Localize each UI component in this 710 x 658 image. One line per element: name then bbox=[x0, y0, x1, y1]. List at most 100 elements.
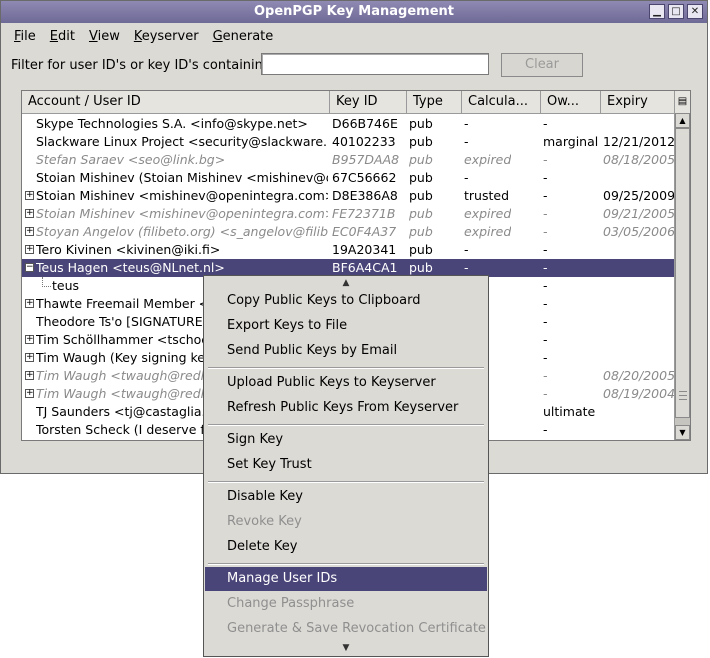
context-item-manage-user-ids[interactable]: Manage User IDs bbox=[205, 567, 487, 591]
context-menu: ▲ ▼ Copy Public Keys to Clipboard Export … bbox=[203, 275, 489, 657]
expand-icon[interactable]: + bbox=[25, 209, 34, 218]
cell-keyid: 40102233 bbox=[332, 134, 396, 149]
column-header-type[interactable]: Type bbox=[407, 91, 462, 113]
table-row[interactable]: + Stoian Mishinev <mishinev@openintegra.c… bbox=[22, 205, 674, 223]
expand-icon[interactable]: + bbox=[25, 299, 34, 308]
title-bar[interactable]: OpenPGP Key Management ▁ □ ✕ bbox=[1, 1, 707, 23]
cell-owner: - bbox=[543, 332, 548, 347]
context-item-change-passphrase[interactable]: Change Passphrase bbox=[205, 592, 487, 616]
menu-generate[interactable]: Generate bbox=[206, 28, 281, 48]
expand-icon[interactable]: + bbox=[25, 335, 34, 344]
column-header-owner-trust[interactable]: Ow... bbox=[541, 91, 601, 113]
column-header-key-id[interactable]: Key ID bbox=[330, 91, 407, 113]
grip-line bbox=[679, 395, 687, 396]
menu-mnemonic: V bbox=[88, 29, 98, 44]
cell-calc: trusted bbox=[464, 188, 510, 203]
cell-keyid: 67C56662 bbox=[332, 170, 397, 185]
cell-owner: - bbox=[543, 188, 548, 203]
context-item-send-public-keys-by-email[interactable]: Send Public Keys by Email bbox=[205, 339, 487, 363]
table-row[interactable]: Stefan Saraev <seo@link.bg> B957DAA8 pub ex… bbox=[22, 151, 674, 169]
close-icon[interactable]: ✕ bbox=[687, 4, 703, 19]
expand-icon[interactable]: + bbox=[25, 227, 34, 236]
cell-keyid: B957DAA8 bbox=[332, 152, 400, 167]
window-title: OpenPGP Key Management bbox=[253, 4, 455, 19]
context-item-copy-public-keys-to-clipboard[interactable]: Copy Public Keys to Clipboard bbox=[205, 289, 487, 313]
scroll-up-arrow-icon[interactable]: ▲ bbox=[204, 278, 488, 288]
table-row[interactable]: + Tero Kivinen <kivinen@iki.fi> 19A20341 pu… bbox=[22, 241, 674, 259]
menu-view[interactable]: View bbox=[82, 28, 127, 48]
menu-separator bbox=[208, 424, 484, 426]
cell-calc: - bbox=[464, 116, 469, 131]
menu-label-rest: dit bbox=[58, 29, 75, 44]
column-picker-icon[interactable]: ▤ bbox=[674, 91, 690, 113]
context-item-sign-key[interactable]: Sign Key bbox=[205, 428, 487, 452]
cell-type: pub bbox=[409, 134, 433, 149]
filter-label: Filter for user ID's or key ID's contain… bbox=[11, 58, 276, 73]
cell-owner: - bbox=[543, 368, 548, 383]
cell-owner: - bbox=[543, 278, 548, 293]
cell-expiry: 08/19/2004 bbox=[603, 386, 674, 401]
expand-icon[interactable]: + bbox=[25, 245, 34, 254]
cell-calc: - bbox=[464, 170, 469, 185]
column-header-calculated-trust[interactable]: Calcula... bbox=[462, 91, 541, 113]
cell-owner: - bbox=[543, 116, 548, 131]
cell-calc: expired bbox=[464, 152, 512, 167]
minimize-icon[interactable]: ▁ bbox=[649, 4, 665, 19]
menu-mnemonic: G bbox=[212, 29, 223, 44]
expand-icon[interactable]: + bbox=[25, 389, 34, 398]
column-header-row: Account / User ID Key ID Type Calcula...… bbox=[22, 91, 676, 114]
menu-file[interactable]: File bbox=[7, 28, 43, 48]
column-header-expiry[interactable]: Expiry bbox=[601, 91, 676, 113]
cell-expiry: 03/05/2006 bbox=[603, 224, 674, 239]
context-item-upload-public-keys-to-keyserver[interactable]: Upload Public Keys to Keyserver bbox=[205, 371, 487, 395]
table-row[interactable]: Stoian Mishinev (Stoian Mishinev <mishin… bbox=[22, 169, 674, 187]
cell-expiry: 08/18/2005 bbox=[603, 152, 674, 167]
filter-input[interactable] bbox=[261, 53, 489, 75]
context-item-refresh-public-keys-from-keyserver[interactable]: Refresh Public Keys From Keyserver bbox=[205, 396, 487, 420]
collapse-icon[interactable]: − bbox=[25, 263, 34, 272]
cell-calc: - bbox=[464, 134, 469, 149]
table-row[interactable]: Skype Technologies S.A. <info@skype.net>… bbox=[22, 115, 674, 133]
table-row[interactable]: + Stoian Mishinev <mishinev@openintegra.c… bbox=[22, 187, 674, 205]
expand-icon[interactable]: + bbox=[25, 353, 34, 362]
vertical-scrollbar[interactable]: ▲ ▼ bbox=[674, 113, 690, 440]
expand-icon[interactable]: + bbox=[25, 191, 34, 200]
cell-owner: - bbox=[543, 224, 548, 239]
context-item-set-key-trust[interactable]: Set Key Trust bbox=[205, 453, 487, 477]
cell-owner: - bbox=[543, 350, 548, 365]
cell-owner: - bbox=[543, 422, 548, 437]
scroll-up-icon[interactable]: ▲ bbox=[675, 113, 690, 128]
cell-calc: expired bbox=[464, 206, 512, 221]
scroll-down-arrow-icon[interactable]: ▼ bbox=[204, 643, 488, 653]
clear-button[interactable]: Clear bbox=[501, 53, 583, 77]
context-item-export-keys-to-file[interactable]: Export Keys to File bbox=[205, 314, 487, 338]
context-item-generate-save-revocation-certificate[interactable]: Generate & Save Revocation Certificate bbox=[205, 617, 487, 641]
expand-icon[interactable]: + bbox=[25, 371, 34, 380]
cell-type: pub bbox=[409, 188, 433, 203]
column-header-user-id[interactable]: Account / User ID bbox=[22, 91, 330, 113]
table-row[interactable]: Slackware Linux Project <security@slackw… bbox=[22, 133, 674, 151]
cell-owner: - bbox=[543, 314, 548, 329]
cell-uid: Stoyan Angelov (filibeto.org) <s_angelov… bbox=[36, 224, 328, 239]
cell-type: pub bbox=[409, 170, 433, 185]
maximize-icon[interactable]: □ bbox=[668, 4, 684, 19]
menu-label-rest: eyserver bbox=[141, 29, 199, 44]
context-item-revoke-key[interactable]: Revoke Key bbox=[205, 510, 487, 534]
cell-owner: - bbox=[543, 260, 548, 275]
menu-label-rest: iew bbox=[97, 29, 120, 44]
menu-keyserver[interactable]: Keyserver bbox=[127, 28, 206, 48]
cell-keyid: D8E386A8 bbox=[332, 188, 398, 203]
menu-mnemonic: E bbox=[49, 29, 58, 44]
cell-uid: Stoian Mishinev (Stoian Mishinev <mishin… bbox=[36, 170, 328, 185]
filter-row: Filter for user ID's or key ID's contain… bbox=[11, 53, 701, 79]
context-item-disable-key[interactable]: Disable Key bbox=[205, 485, 487, 509]
cell-expiry: 09/25/2009 bbox=[603, 188, 674, 203]
scrollbar-thumb[interactable] bbox=[675, 128, 690, 418]
table-row[interactable]: + Stoyan Angelov (filibeto.org) <s_angelo… bbox=[22, 223, 674, 241]
cell-uid: Slackware Linux Project <security@slackw… bbox=[36, 134, 328, 149]
cell-owner: - bbox=[543, 242, 548, 257]
cell-type: pub bbox=[409, 116, 433, 131]
context-item-delete-key[interactable]: Delete Key bbox=[205, 535, 487, 559]
scroll-down-icon[interactable]: ▼ bbox=[675, 425, 690, 440]
menu-edit[interactable]: Edit bbox=[43, 28, 82, 48]
